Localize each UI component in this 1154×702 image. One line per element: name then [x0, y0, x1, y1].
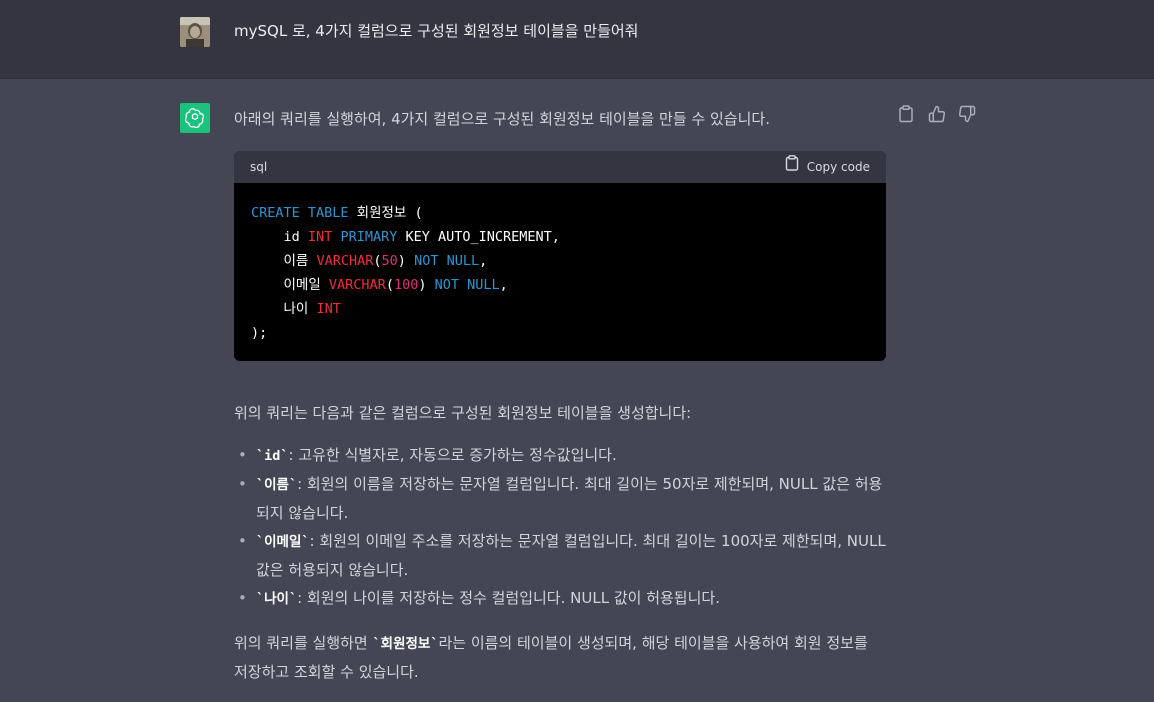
- list-item-text: : 회원의 이름을 저장하는 문자열 컬럼입니다. 최대 길이는 50자로 제한…: [256, 475, 883, 522]
- thumbs-up-icon[interactable]: [928, 105, 946, 123]
- code-line: id INT PRIMARY KEY AUTO_INCREMENT,: [251, 225, 870, 249]
- code-token: VARCHAR: [316, 253, 374, 269]
- code-token: 회원정보 (: [348, 205, 423, 221]
- code-token: 나이: [251, 301, 317, 317]
- code-token: 100: [393, 277, 419, 293]
- thumbs-down-icon[interactable]: [958, 105, 976, 123]
- inline-code: `이메일`: [256, 534, 310, 550]
- code-line: CREATE TABLE 회원정보 (: [251, 201, 870, 225]
- inline-code: `이름`: [256, 477, 298, 493]
- assistant-explanation-text: 위의 쿼리는 다음과 같은 컬럼으로 구성된 회원정보 테이블을 생성합니다:: [234, 404, 692, 422]
- user-message-row: mySQL 로, 4가지 컬럼으로 구성된 회원정보 테이블을 만들어줘: [0, 0, 1154, 79]
- inline-code: `나이`: [256, 591, 298, 607]
- code-token: ): [397, 253, 415, 269]
- assistant-message-row: 아래의 쿼리를 실행하여, 4가지 컬럼으로 구성된 회원정보 테이블을 만들 …: [0, 79, 1154, 702]
- list-item-text: : 회원의 나이를 저장하는 정수 컬럼입니다. NULL 값이 허용됩니다.: [297, 589, 720, 607]
- code-token: id: [251, 229, 308, 245]
- list-item: `이메일`: 회원의 이메일 주소를 저장하는 문자열 컬럼입니다. 최대 길이…: [234, 527, 886, 584]
- clipboard-icon: [785, 153, 799, 181]
- list-item: `이름`: 회원의 이름을 저장하는 문자열 컬럼입니다. 최대 길이는 50자…: [234, 470, 886, 527]
- assistant-message: 아래의 쿼리를 실행하여, 4가지 컬럼으로 구성된 회원정보 테이블을 만들 …: [234, 105, 886, 686]
- code-content: CREATE TABLE 회원정보 ( id INT PRIMARY KEY A…: [234, 183, 886, 361]
- column-description-list: `id`: 고유한 식별자로, 자동으로 증가하는 정수값입니다.`이름`: 회…: [234, 441, 886, 613]
- user-message-text: mySQL 로, 4가지 컬럼으로 구성된 회원정보 테이블을 만들어줘: [234, 22, 639, 40]
- code-token: INT: [316, 301, 341, 317]
- code-line: 이메일 VARCHAR(100) NOT NULL,: [251, 273, 870, 297]
- code-token: PRIMARY: [340, 229, 398, 245]
- code-language-label: sql: [250, 160, 268, 174]
- code-token: (: [385, 277, 394, 293]
- summary-inline-code: `회원정보`: [372, 636, 439, 652]
- user-avatar: [180, 17, 210, 47]
- code-token: ): [418, 277, 435, 293]
- list-item: `id`: 고유한 식별자로, 자동으로 증가하는 정수값입니다.: [234, 441, 886, 470]
- code-token: 이메일: [251, 277, 329, 293]
- assistant-intro-text: 아래의 쿼리를 실행하여, 4가지 컬럼으로 구성된 회원정보 테이블을 만들 …: [234, 110, 770, 128]
- clipboard-icon[interactable]: [898, 105, 916, 123]
- code-token: INT: [307, 229, 333, 245]
- list-item-text: : 회원의 이메일 주소를 저장하는 문자열 컬럼입니다. 최대 길이는 100…: [256, 532, 886, 579]
- copy-code-label: Copy code: [806, 160, 870, 174]
- code-token: CREATE TABLE: [251, 205, 349, 221]
- code-token: KEY AUTO_INCREMENT,: [397, 229, 560, 245]
- list-item: `나이`: 회원의 나이를 저장하는 정수 컬럼입니다. NULL 값이 허용됩…: [234, 584, 886, 613]
- code-line: );: [251, 321, 870, 345]
- code-token: 50: [381, 253, 398, 269]
- list-item-text: : 고유한 식별자로, 자동으로 증가하는 정수값입니다.: [288, 446, 617, 464]
- summary-text-before: 위의 쿼리를 실행하면: [234, 634, 373, 652]
- code-block: sql Copy code CREATE TABLE 회원정보 ( id INT…: [234, 151, 886, 361]
- code-token: );: [251, 325, 268, 341]
- code-line: 나이 INT: [251, 297, 870, 321]
- copy-code-button[interactable]: Copy code: [785, 153, 870, 181]
- assistant-summary-text: 위의 쿼리를 실행하면 `회원정보`라는 이름의 테이블이 생성되며, 해당 테…: [234, 629, 886, 686]
- openai-logo-icon: [180, 103, 210, 133]
- code-block-header: sql Copy code: [234, 151, 886, 183]
- message-actions: [898, 105, 976, 123]
- code-token: NOT NULL: [414, 253, 480, 269]
- code-token: (: [373, 253, 382, 269]
- code-token: ,: [479, 253, 488, 269]
- code-token: ,: [499, 277, 508, 293]
- code-token: VARCHAR: [328, 277, 386, 293]
- inline-code: `id`: [256, 448, 289, 464]
- code-token: 이름: [251, 253, 317, 269]
- code-token: NOT NULL: [434, 277, 500, 293]
- code-line: 이름 VARCHAR(50) NOT NULL,: [251, 249, 870, 273]
